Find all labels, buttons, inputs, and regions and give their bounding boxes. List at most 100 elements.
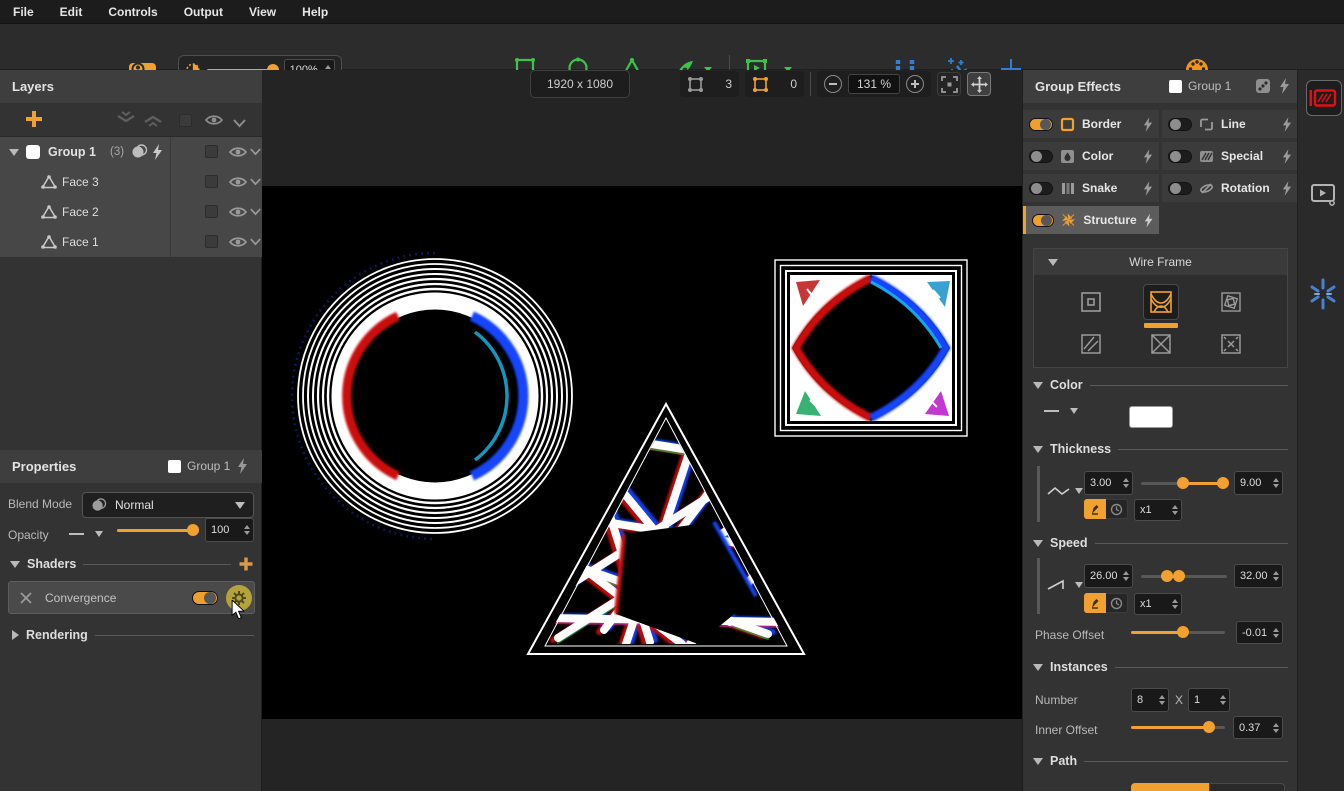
- effect-rotation-toggle[interactable]: [1168, 182, 1192, 195]
- wireframe-mode-slashes[interactable]: [1074, 327, 1108, 361]
- effect-border-toggle[interactable]: [1029, 118, 1053, 131]
- phase-offset-slider[interactable]: [1131, 625, 1225, 639]
- opacity-slider[interactable]: [117, 523, 199, 537]
- chevron-down-icon[interactable]: [250, 238, 261, 246]
- menu-help[interactable]: Help: [289, 5, 341, 19]
- remove-shader-icon[interactable]: [19, 591, 33, 605]
- face-select-checkbox[interactable]: [205, 175, 218, 188]
- thickness-max-field[interactable]: 9.00: [1234, 471, 1283, 495]
- opacity-curve-selector[interactable]: [68, 528, 103, 540]
- path-direction-segment-right[interactable]: [1209, 783, 1285, 791]
- thickness-section-header[interactable]: Thickness: [1033, 442, 1288, 456]
- effect-line[interactable]: Line: [1162, 110, 1298, 138]
- layer-row-face-3[interactable]: Face 3: [0, 167, 262, 197]
- effect-rotation[interactable]: Rotation: [1162, 174, 1298, 202]
- layer-row-group-1[interactable]: Group 1 (3): [0, 137, 262, 167]
- speed-curve-selector[interactable]: [1047, 578, 1083, 592]
- effect-snake[interactable]: Snake: [1023, 174, 1159, 202]
- eye-icon[interactable]: [228, 174, 248, 190]
- color-curve-selector[interactable]: [1043, 405, 1078, 417]
- speed-max-field[interactable]: 32.00: [1234, 564, 1283, 588]
- wireframe-mode-corners[interactable]: [1214, 327, 1248, 361]
- menu-edit[interactable]: Edit: [47, 5, 96, 19]
- path-section-header[interactable]: Path: [1033, 754, 1288, 768]
- path-direction-segment-left[interactable]: [1131, 783, 1209, 791]
- layer-row-face-2[interactable]: Face 2: [0, 197, 262, 227]
- thickness-wave-selector[interactable]: [1047, 484, 1083, 498]
- opacity-value-field[interactable]: 100: [205, 518, 254, 542]
- speed-range-slider[interactable]: [1141, 569, 1227, 583]
- thickness-clock-button[interactable]: [1106, 499, 1128, 519]
- add-shader-button[interactable]: [238, 556, 254, 572]
- effect-structure-toggle[interactable]: [1032, 214, 1054, 227]
- inner-offset-slider[interactable]: [1131, 720, 1225, 734]
- speed-section-header[interactable]: Speed: [1033, 536, 1288, 550]
- thickness-max-handle[interactable]: [1217, 477, 1229, 489]
- zoom-in-button[interactable]: [906, 75, 924, 93]
- spinner[interactable]: [1273, 571, 1279, 581]
- rendering-section-header[interactable]: Rendering: [12, 628, 254, 642]
- layer-row-face-1[interactable]: Face 1: [0, 227, 262, 257]
- flash-icon[interactable]: [1143, 117, 1153, 132]
- randomize-dice-icon[interactable]: [1255, 78, 1271, 94]
- spinner[interactable]: [1273, 723, 1279, 733]
- group-disclosure-icon[interactable]: [9, 149, 19, 156]
- menu-controls[interactable]: Controls: [95, 5, 170, 19]
- layers-visibility-toggle[interactable]: [204, 112, 224, 133]
- structure-mode-dropdown[interactable]: Wire Frame: [1034, 249, 1287, 275]
- group-select-checkbox[interactable]: [205, 145, 218, 158]
- active-effect-indicator-button[interactable]: [1306, 80, 1342, 116]
- thickness-min-handle[interactable]: [1177, 477, 1189, 489]
- flash-icon[interactable]: [1143, 181, 1153, 196]
- add-layer-button[interactable]: [24, 109, 44, 134]
- speed-min-field[interactable]: 26.00: [1084, 564, 1133, 588]
- wireframe-mode-rotated[interactable]: [1214, 285, 1248, 319]
- shader-row-convergence[interactable]: Convergence: [8, 581, 255, 614]
- shaders-section-header[interactable]: Shaders: [10, 556, 254, 572]
- spinner[interactable]: [1172, 599, 1178, 609]
- menu-output[interactable]: Output: [171, 5, 236, 19]
- chevron-down-icon[interactable]: [250, 208, 261, 216]
- thickness-range-slider[interactable]: [1141, 476, 1227, 490]
- menu-view[interactable]: View: [236, 5, 289, 19]
- chevron-down-icon[interactable]: [250, 148, 261, 156]
- spinner[interactable]: [1159, 695, 1165, 705]
- wireframe-mode-cross[interactable]: [1144, 327, 1178, 361]
- face-shape-triangle[interactable]: [528, 404, 804, 654]
- flash-icon[interactable]: [237, 458, 248, 474]
- stroke-color-swatch[interactable]: [1129, 406, 1173, 428]
- speed-clock-button[interactable]: [1106, 593, 1128, 613]
- effect-line-toggle[interactable]: [1168, 118, 1192, 131]
- instances-number-field[interactable]: 8: [1131, 688, 1169, 712]
- thickness-beat-multiplier-field[interactable]: x1: [1134, 499, 1182, 521]
- inner-offset-field[interactable]: 0.37: [1233, 716, 1283, 739]
- spinner[interactable]: [1273, 478, 1279, 488]
- face-select-checkbox[interactable]: [205, 205, 218, 218]
- spinner[interactable]: [1172, 505, 1178, 515]
- color-section-header[interactable]: Color: [1033, 378, 1288, 392]
- move-layer-down-button[interactable]: [116, 111, 136, 132]
- player-settings-button[interactable]: [1310, 182, 1338, 213]
- wireframe-mode-net[interactable]: [1144, 285, 1178, 319]
- effect-structure[interactable]: Structure: [1023, 206, 1159, 234]
- speed-max-handle[interactable]: [1173, 570, 1185, 582]
- flash-icon[interactable]: [1143, 149, 1153, 164]
- flash-icon[interactable]: [1282, 117, 1292, 132]
- opacity-spinner[interactable]: [244, 525, 250, 535]
- blend-mode-dropdown[interactable]: Normal: [82, 492, 254, 518]
- move-layer-up-button[interactable]: [143, 111, 163, 132]
- eye-icon[interactable]: [228, 144, 248, 160]
- zoom-out-button[interactable]: [824, 75, 842, 93]
- shader-enable-toggle[interactable]: [192, 591, 218, 605]
- effect-color[interactable]: Color: [1023, 142, 1159, 170]
- instances-section-header[interactable]: Instances: [1033, 660, 1288, 674]
- flash-icon[interactable]: [1279, 78, 1290, 94]
- spinner[interactable]: [1123, 478, 1129, 488]
- chevron-down-icon[interactable]: [250, 178, 261, 186]
- thickness-min-field[interactable]: 3.00: [1084, 471, 1133, 495]
- phase-offset-field[interactable]: -0.01: [1236, 621, 1283, 644]
- flash-icon[interactable]: [1144, 213, 1153, 228]
- effect-border[interactable]: Border: [1023, 110, 1159, 138]
- speed-manual-button[interactable]: [1084, 593, 1106, 613]
- eye-icon[interactable]: [228, 234, 248, 250]
